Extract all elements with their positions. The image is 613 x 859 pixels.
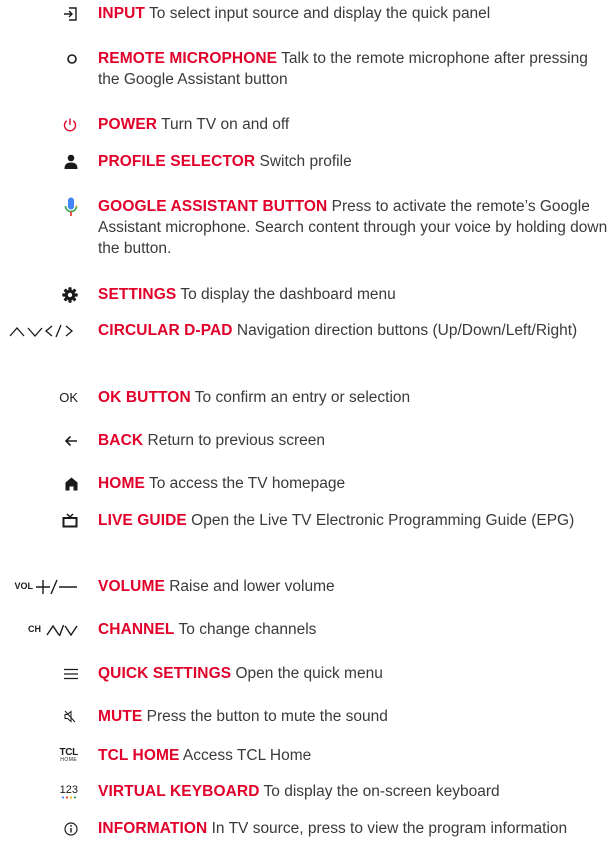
- item-name: LIVE GUIDE: [98, 512, 187, 529]
- tcl-logo-text: TCL: [59, 746, 78, 758]
- item-name: HOME: [98, 475, 145, 492]
- google-mic-icon: [58, 196, 78, 217]
- item-desc: To change channels: [178, 621, 317, 638]
- home-icon: [58, 473, 78, 494]
- dpad-arrows-icon: [4, 320, 78, 341]
- person-icon: [58, 151, 78, 172]
- info-icon: [58, 818, 78, 839]
- keyboard-123-icon: 123: [50, 781, 78, 802]
- tv-guide-icon: [58, 510, 78, 531]
- item-name: CIRCULAR D-PAD: [98, 322, 233, 339]
- item-desc: To display the on-screen keyboard: [263, 783, 500, 800]
- keyboard-123-text: 123: [59, 784, 78, 796]
- channel-icon: CH: [10, 619, 78, 640]
- mic-dot-icon: [58, 48, 78, 69]
- ok-icon: OK: [59, 390, 78, 405]
- item-desc: Return to previous screen: [147, 432, 325, 449]
- item-desc: Open the Live TV Electronic Programming …: [191, 512, 575, 529]
- item-name: TCL HOME: [98, 747, 180, 764]
- vol-label: VOL: [14, 581, 33, 591]
- item-desc: Switch profile: [259, 153, 352, 170]
- item-name: VIRTUAL KEYBOARD: [98, 783, 260, 800]
- item-name: CHANNEL: [98, 621, 175, 638]
- item-desc: To confirm an entry or selection: [194, 389, 411, 406]
- item-desc: To access the TV homepage: [148, 475, 346, 492]
- item-name: MUTE: [98, 708, 143, 725]
- item-desc: Press the button to mute the sound: [146, 708, 388, 725]
- item-desc: Turn TV on and off: [161, 116, 290, 133]
- item-name: INPUT: [98, 5, 145, 22]
- item-name: SETTINGS: [98, 286, 177, 303]
- item-name: BACK: [98, 432, 144, 449]
- ch-label: CH: [28, 624, 41, 634]
- input-icon: [58, 3, 78, 24]
- item-name: INFORMATION: [98, 820, 208, 837]
- tcl-home-icon: TCL HOME: [50, 745, 78, 766]
- item-name: REMOTE MICROPHONE: [98, 50, 278, 67]
- item-desc: Navigation direction buttons (Up/Down/Le…: [236, 322, 578, 339]
- item-name: PROFILE SELECTOR: [98, 153, 256, 170]
- item-name: VOLUME: [98, 578, 165, 595]
- back-arrow-icon: [58, 430, 78, 451]
- tcl-logo-subtext: HOME: [60, 756, 78, 763]
- mute-icon: [58, 706, 76, 727]
- gear-icon: [58, 284, 78, 305]
- item-name: OK BUTTON: [98, 389, 191, 406]
- volume-icon: VOL: [0, 576, 78, 597]
- power-icon: [58, 114, 78, 135]
- menu-lines-icon: [58, 663, 78, 684]
- item-desc: Access TCL Home: [182, 747, 312, 764]
- item-name: QUICK SETTINGS: [98, 665, 232, 682]
- item-desc: Open the quick menu: [235, 665, 383, 682]
- item-desc: In TV source, press to view the program …: [211, 820, 568, 837]
- item-name: GOOGLE ASSISTANT BUTTON: [98, 198, 328, 215]
- item-desc: To display the dashboard menu: [180, 286, 396, 303]
- item-name: POWER: [98, 116, 158, 133]
- item-desc: To select input source and display the q…: [149, 5, 491, 22]
- item-desc: Raise and lower volume: [169, 578, 335, 595]
